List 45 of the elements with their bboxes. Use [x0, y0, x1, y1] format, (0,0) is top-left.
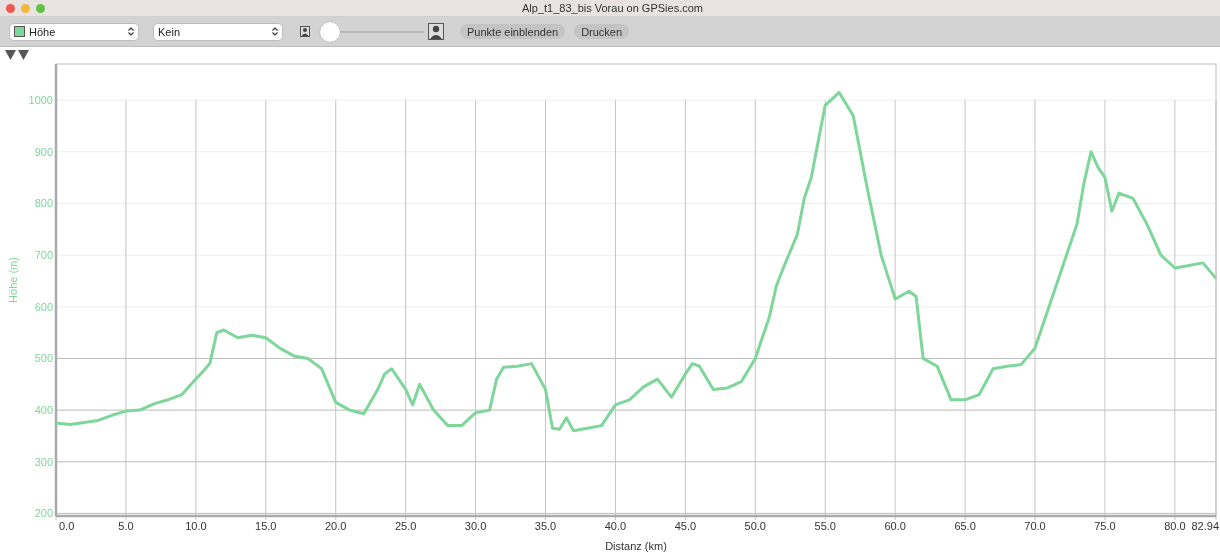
y-tick-label: 1000	[28, 94, 53, 107]
x-tick-label: 55.0	[814, 520, 836, 532]
y-tick-label: 700	[34, 249, 53, 262]
y-tick-label: 400	[34, 404, 53, 417]
y-tick-label: 600	[34, 300, 53, 313]
x-tick-label: 25.0	[394, 520, 417, 532]
y-tick-label: 500	[34, 352, 53, 365]
show-points-button[interactable]: Punkte einblenden	[460, 24, 566, 39]
down-triangle-icon[interactable]	[5, 50, 16, 60]
x-tick-label: 15.0	[255, 520, 277, 532]
x-tick-label: 40.0	[604, 520, 627, 532]
zoom-button[interactable]	[36, 3, 45, 13]
x-tick-label: 45.0	[674, 520, 697, 532]
x-tick-label: 50.0	[744, 520, 766, 532]
zoom-slider-thumb[interactable]	[320, 21, 340, 42]
small-person-icon[interactable]	[300, 26, 310, 37]
overlay-select[interactable]: Kein	[154, 23, 282, 40]
x-tick-label: 70.0	[1024, 520, 1046, 532]
x-tick-label: 60.0	[884, 520, 906, 532]
y-axis-title: Höhe (m)	[7, 257, 19, 303]
minimize-button[interactable]	[21, 3, 30, 13]
updown-caret-icon	[128, 27, 134, 36]
print-button[interactable]: Drucken	[574, 24, 630, 39]
x-tick-label: 75.0	[1094, 520, 1116, 532]
down-triangle-icon[interactable]	[18, 50, 29, 60]
x-axis-title: Distanz (km)	[605, 540, 667, 552]
y-tick-label: 300	[34, 455, 53, 468]
x-tick-label: 82.94	[1191, 520, 1219, 532]
x-tick-label: 5.0	[118, 520, 134, 532]
x-tick-label: 65.0	[954, 520, 976, 532]
x-tick-label: 0.0	[59, 520, 75, 532]
x-tick-label: 10.0	[185, 520, 207, 532]
x-tick-label: 20.0	[325, 520, 347, 532]
y-tick-label: 800	[34, 197, 53, 210]
large-person-icon[interactable]	[428, 23, 444, 40]
close-button[interactable]	[6, 3, 15, 13]
x-tick-label: 30.0	[464, 520, 487, 532]
measure-select[interactable]: Höhe	[10, 23, 138, 40]
window-title: Alp_t1_83_bis Vorau on GPSies.com	[521, 2, 704, 14]
updown-caret-icon	[272, 27, 278, 36]
y-tick-label: 900	[34, 145, 53, 158]
x-tick-label: 80.0	[1164, 520, 1186, 532]
y-tick-label: 200	[34, 507, 53, 520]
color-swatch-icon	[14, 26, 25, 37]
x-tick-label: 35.0	[534, 520, 557, 532]
